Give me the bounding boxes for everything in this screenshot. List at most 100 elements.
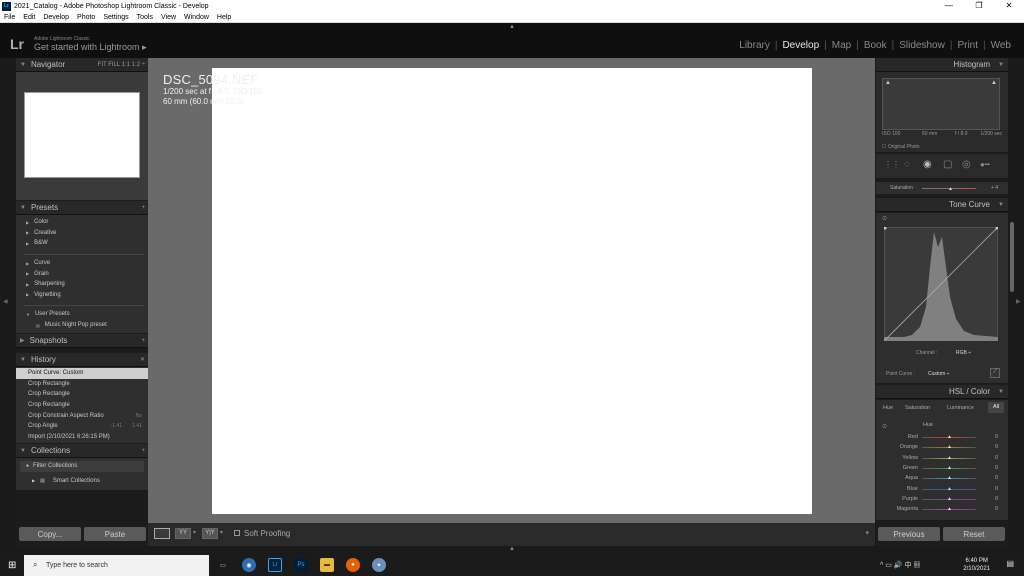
shadow-clipping-icon[interactable]: ▲ bbox=[885, 80, 891, 86]
file-explorer-icon[interactable]: ▬ bbox=[320, 558, 334, 572]
app-icon[interactable]: ✦ bbox=[372, 558, 386, 572]
highlight-clipping-icon[interactable]: ▲ bbox=[991, 80, 997, 86]
close-button[interactable]: ✕ bbox=[994, 0, 1024, 12]
target-adjust-icon[interactable]: ⊙ bbox=[882, 423, 887, 430]
slider-thumb-icon[interactable]: ▲ bbox=[947, 496, 952, 502]
notification-icon[interactable]: ▤ bbox=[1006, 559, 1014, 568]
preset-group-user[interactable]: ▼ User Presets bbox=[16, 309, 148, 320]
hsl-row-value[interactable]: 0 bbox=[995, 506, 998, 512]
navigator-preview[interactable] bbox=[24, 92, 140, 178]
dropdown-chevron-icon[interactable]: ▾ bbox=[220, 529, 223, 536]
slider-thumb-icon[interactable]: ▲ bbox=[947, 434, 952, 440]
histogram-graph[interactable]: ▲ ▲ bbox=[882, 78, 1000, 130]
dropdown-chevron-icon[interactable]: ▾ bbox=[193, 529, 196, 536]
preset-group[interactable]: ▶ Grain bbox=[16, 268, 148, 279]
add-preset-plus-icon[interactable]: + bbox=[141, 205, 145, 211]
add-collection-plus-icon[interactable]: + bbox=[141, 448, 145, 454]
smart-collections-item[interactable]: ▶ ▤ Smart Collections bbox=[16, 476, 148, 487]
saturation-value[interactable]: + 4 bbox=[991, 185, 998, 191]
hsl-row-value[interactable]: 0 bbox=[995, 434, 998, 440]
menu-settings[interactable]: Settings bbox=[99, 14, 132, 21]
hsl-row-value[interactable]: 0 bbox=[995, 496, 998, 502]
history-item[interactable]: Crop Rectangle bbox=[16, 389, 148, 400]
edit-point-curve-icon[interactable]: ⟋ bbox=[990, 368, 1000, 378]
menu-window[interactable]: Window bbox=[180, 14, 213, 21]
module-web[interactable]: Web bbox=[986, 40, 1016, 51]
saturation-slider[interactable]: ▲ bbox=[922, 186, 976, 192]
before-after-icon[interactable]: YY bbox=[175, 528, 191, 539]
previous-button[interactable]: Previous bbox=[878, 527, 940, 541]
task-view-icon[interactable]: ▭ bbox=[216, 558, 230, 572]
hsl-row-value[interactable]: 0 bbox=[995, 455, 998, 461]
hsl-row-value[interactable]: 0 bbox=[995, 465, 998, 471]
module-book[interactable]: Book bbox=[859, 40, 892, 51]
chrome-icon[interactable]: ◉ bbox=[242, 558, 256, 572]
menu-help[interactable]: Help bbox=[213, 14, 235, 21]
histogram-header[interactable]: Histogram ▼ bbox=[876, 58, 1008, 72]
preset-item[interactable]: ▤ Music Night Pop preset bbox=[16, 320, 148, 331]
photoshop-taskbar-icon[interactable]: Ps bbox=[294, 558, 308, 572]
collapse-right-arrow-icon[interactable]: ▶ bbox=[1016, 298, 1021, 305]
redeye-icon[interactable]: ◉ bbox=[923, 159, 932, 170]
preset-group[interactable]: ▶ Curve bbox=[16, 258, 148, 269]
history-item[interactable]: Crop Rectangle bbox=[16, 379, 148, 390]
history-item[interactable]: Point Curve: Custom bbox=[16, 368, 148, 379]
menu-photo[interactable]: Photo bbox=[73, 14, 99, 21]
preset-group[interactable]: ▶ Vignetting bbox=[16, 290, 148, 301]
menu-edit[interactable]: Edit bbox=[19, 14, 39, 21]
menu-tools[interactable]: Tools bbox=[133, 14, 157, 21]
presets-header[interactable]: ▼ Presets + bbox=[16, 201, 148, 215]
collections-header[interactable]: ▼ Collections + bbox=[16, 444, 148, 458]
copy-button[interactable]: Copy... bbox=[19, 527, 81, 541]
menu-develop[interactable]: Develop bbox=[39, 14, 73, 21]
module-slideshow[interactable]: Slideshow bbox=[894, 40, 950, 51]
slider-thumb-icon[interactable]: ▲ bbox=[947, 486, 952, 492]
radial-filter-icon[interactable]: ◎ bbox=[962, 159, 971, 170]
tab-saturation[interactable]: Saturation bbox=[905, 405, 930, 411]
target-adjust-icon[interactable]: ⊙ bbox=[882, 215, 887, 222]
get-started-link[interactable]: Get started with Lightroom ▸ bbox=[34, 42, 147, 53]
brush-icon[interactable]: ●━ bbox=[980, 160, 990, 169]
slider-thumb-icon[interactable]: ▲ bbox=[947, 455, 952, 461]
graduated-filter-icon[interactable]: ▢ bbox=[943, 159, 952, 170]
point-curve-select[interactable]: Custom ÷ bbox=[928, 371, 949, 377]
preset-group[interactable]: ▶ Creative bbox=[16, 228, 148, 239]
minimize-button[interactable]: — bbox=[934, 0, 964, 12]
add-snapshot-plus-icon[interactable]: + bbox=[141, 338, 145, 344]
history-item[interactable]: Crop Rectangle bbox=[16, 400, 148, 411]
slider-thumb-icon[interactable]: ▲ bbox=[947, 444, 952, 450]
paste-button[interactable]: Paste bbox=[84, 527, 146, 541]
menu-file[interactable]: File bbox=[0, 14, 19, 21]
collapse-filmstrip-arrow-icon[interactable]: ▲ bbox=[509, 546, 515, 552]
hsl-header[interactable]: HSL / Color ▼ bbox=[876, 385, 1008, 399]
zoom-options[interactable]: FIT FILL 1:1 1:2 ÷ bbox=[98, 62, 145, 68]
loupe-view-icon[interactable] bbox=[154, 528, 170, 539]
taskbar-search-input[interactable]: ⌕ Type here to search bbox=[24, 555, 209, 576]
reset-button[interactable]: Reset bbox=[943, 527, 1005, 541]
history-item[interactable]: Crop Constrain Aspect Ratio No bbox=[16, 410, 148, 421]
slider-thumb-icon[interactable]: ▲ bbox=[947, 465, 952, 471]
navigator-header[interactable]: ▼ Navigator FIT FILL 1:1 1:2 ÷ bbox=[16, 58, 148, 72]
snapshots-header[interactable]: ▶ Snapshots + bbox=[16, 334, 148, 348]
system-tray-icons[interactable]: ^ ▭ 🔊 中 ▦ bbox=[880, 560, 920, 570]
tab-all[interactable]: All bbox=[988, 402, 1004, 413]
spot-removal-icon[interactable]: ◌ bbox=[904, 159, 910, 170]
clear-history-x-icon[interactable]: ✕ bbox=[140, 356, 145, 363]
module-print[interactable]: Print bbox=[952, 40, 983, 51]
swap-before-after-icon[interactable]: Y|Y bbox=[202, 528, 218, 539]
channel-select[interactable]: RGB ÷ bbox=[956, 350, 971, 356]
preset-group[interactable]: ▶ Sharpening bbox=[16, 279, 148, 290]
system-clock[interactable]: 6:40 PM 2/10/2021 bbox=[963, 557, 990, 573]
menu-view[interactable]: View bbox=[157, 14, 180, 21]
windows-start-icon[interactable]: ⊞ bbox=[8, 560, 16, 571]
firefox-icon[interactable]: ● bbox=[346, 558, 360, 572]
tab-luminance[interactable]: Luminance bbox=[947, 405, 974, 411]
history-item[interactable]: Crop Angle -1.41 1.41 bbox=[16, 421, 148, 432]
hsl-row-value[interactable]: 0 bbox=[995, 475, 998, 481]
history-header[interactable]: ▼ History ✕ bbox=[16, 353, 148, 367]
module-library[interactable]: Library bbox=[734, 40, 775, 51]
photo-preview[interactable] bbox=[212, 68, 812, 514]
history-item[interactable]: Import (2/10/2021 6:26:15 PM) bbox=[16, 432, 148, 443]
preset-group[interactable]: ▶ Color bbox=[16, 217, 148, 228]
filter-collections-input[interactable]: ● Filter Collections bbox=[20, 461, 144, 472]
